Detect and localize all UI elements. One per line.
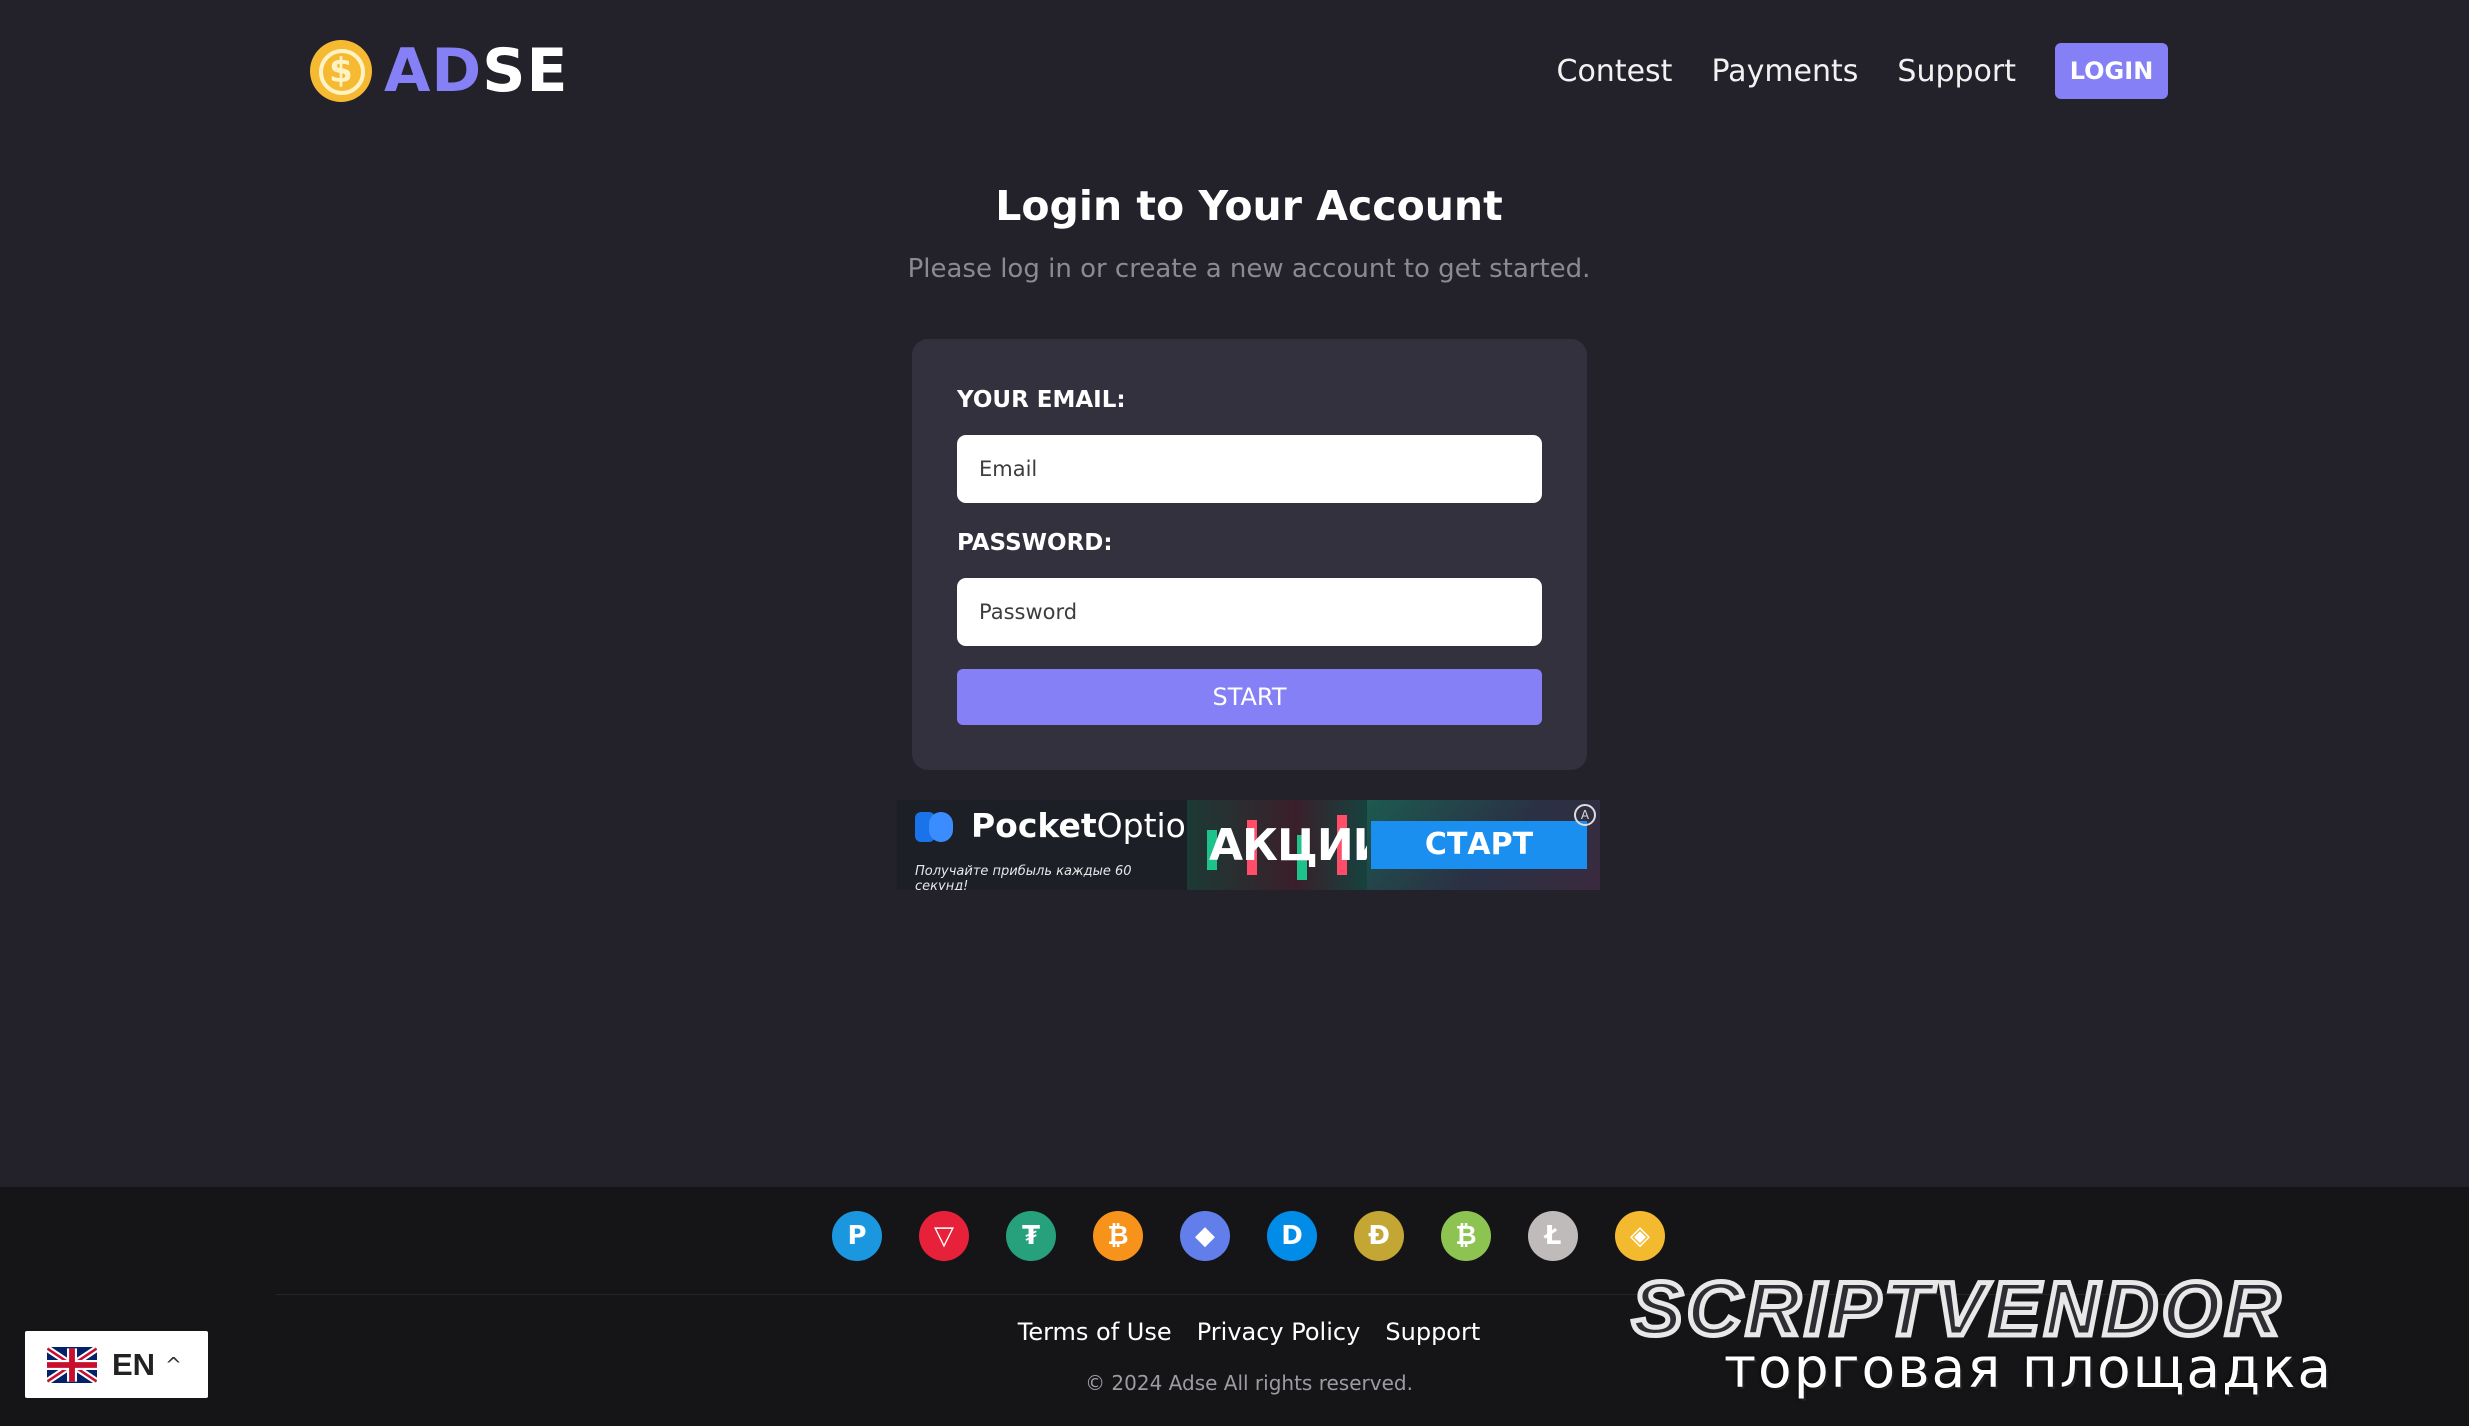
footer-support-link[interactable]: Support [1385,1318,1480,1346]
ad-cta-panel: СТАРТ [1367,800,1600,890]
bitcoin-cash-icon: ₿ [1441,1211,1491,1261]
language-switcher[interactable]: EN ^ [25,1331,208,1398]
login-form: YOUR EMAIL: PASSWORD: START [912,339,1587,770]
pocketoption-logo-icon [915,812,953,842]
ad-tagline: Получайте прибыль каждые 60 секунд! [915,864,1132,890]
main-nav: Contest Payments Support LOGIN [1557,38,2168,104]
binance-icon: ◈ [1615,1211,1665,1261]
nav-contest[interactable]: Contest [1557,54,1673,89]
ad-start-button[interactable]: СТАРТ [1371,821,1587,869]
language-code: EN [112,1346,156,1382]
terms-link[interactable]: Terms of Use [1018,1318,1172,1346]
ad-promo-text: АКЦИИ [1209,820,1389,871]
ethereum-icon: ◆ [1180,1211,1230,1261]
site-header: $ ADSE Contest Payments Support LOGIN [310,36,2168,106]
ad-brand-panel: PocketOption Получайте прибыль каждые 60… [897,800,1207,890]
watermark-subtitle: торговая площадка [1724,1336,2334,1400]
chevron-up-icon: ^ [165,1352,182,1377]
tether-icon: ₮ [1006,1211,1056,1261]
litecoin-icon: Ł [1528,1211,1578,1261]
page-title: Login to Your Account [995,182,1503,230]
payeer-icon: P [832,1211,882,1261]
nav-payments[interactable]: Payments [1711,54,1858,89]
payment-methods: P ▽ ₮ ₿ ◆ D Ð ₿ Ł ◈ [832,1211,1702,1261]
login-button[interactable]: LOGIN [2055,43,2168,99]
password-label: PASSWORD: [957,530,1113,556]
coin-logo-icon: $ [310,40,372,102]
bitcoin-icon: ₿ [1093,1211,1143,1261]
ad-banner[interactable]: PocketOption Получайте прибыль каждые 60… [897,800,1600,890]
logo[interactable]: $ ADSE [310,36,569,106]
uk-flag-icon [47,1346,97,1383]
dash-icon: D [1267,1211,1317,1261]
email-label: YOUR EMAIL: [957,387,1126,413]
dogecoin-icon: Ð [1354,1211,1404,1261]
password-field[interactable] [957,578,1542,646]
privacy-link[interactable]: Privacy Policy [1197,1318,1361,1346]
ad-brand-name: PocketOption [971,806,1207,845]
tron-icon: ▽ [919,1211,969,1261]
page-subtitle: Please log in or create a new account to… [907,254,1591,284]
start-button[interactable]: START [957,669,1542,725]
nav-support[interactable]: Support [1897,54,2016,89]
ad-choices-icon[interactable]: A [1574,804,1596,826]
logo-text: ADSE [384,36,569,106]
email-field[interactable] [957,435,1542,503]
